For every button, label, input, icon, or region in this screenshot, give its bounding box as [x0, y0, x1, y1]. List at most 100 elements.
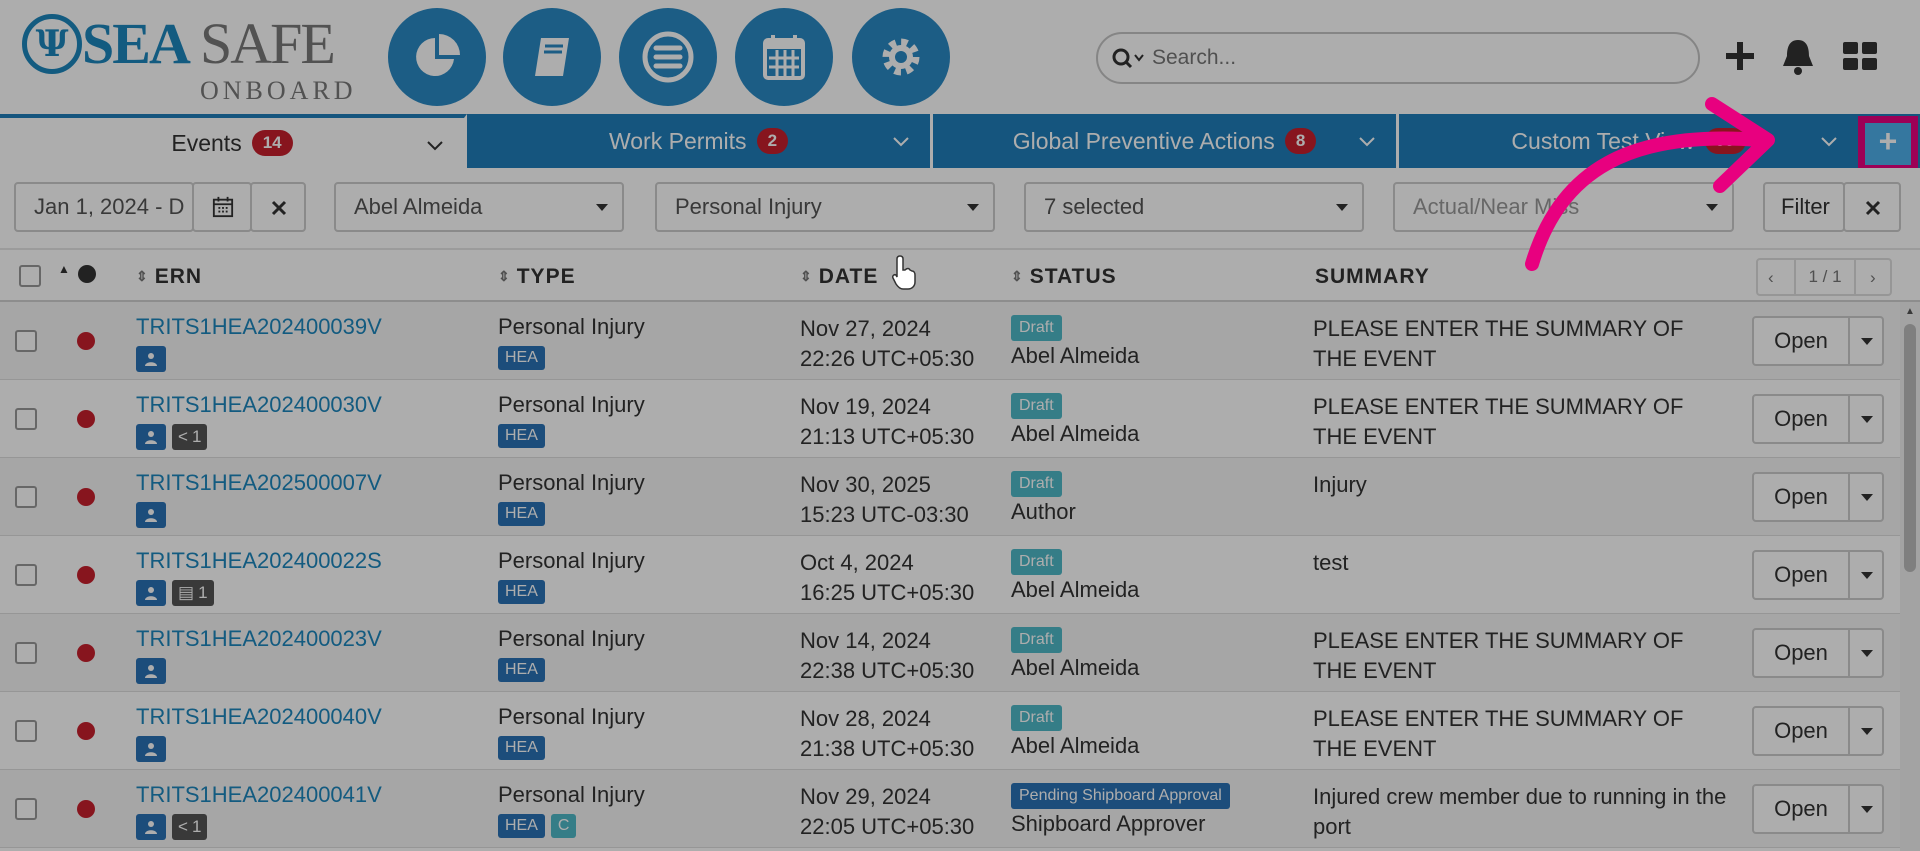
- tab-global-preventive-actions[interactable]: Global Preventive Actions 8: [933, 114, 1399, 168]
- open-button[interactable]: Open: [1754, 708, 1848, 754]
- tab-work-permits[interactable]: Work Permits 2: [467, 114, 933, 168]
- date-value: Nov 29, 2024: [800, 784, 931, 809]
- search-icon[interactable]: [1112, 47, 1148, 71]
- row-checkbox[interactable]: [15, 564, 37, 586]
- ern-link[interactable]: TRITS1HEA202400023V: [136, 626, 382, 652]
- row-checkbox[interactable]: [15, 408, 37, 430]
- status-dot-sort[interactable]: ▲: [58, 262, 96, 287]
- bell-icon[interactable]: [1778, 36, 1818, 76]
- table-row[interactable]: TRITS1HEA202400039V Personal Injury HEA Nov…: [0, 302, 1900, 380]
- next-page-button[interactable]: ›: [1870, 268, 1876, 288]
- row-badges: [136, 346, 166, 372]
- actual-near-miss-placeholder: Actual/Near Miss: [1413, 194, 1580, 219]
- grid-apps-icon[interactable]: [1840, 36, 1880, 76]
- calendar-button[interactable]: [735, 8, 833, 106]
- row-checkbox[interactable]: [15, 330, 37, 352]
- column-type[interactable]: ⇕ TYPE: [498, 265, 576, 289]
- table-row[interactable]: TRITS1HEA202400041V <1 Personal Injury HEA C…: [0, 770, 1900, 848]
- ern-link[interactable]: TRITS1HEA202500007V: [136, 470, 382, 496]
- filter-button[interactable]: Filter: [1763, 182, 1845, 232]
- open-dropdown-toggle[interactable]: [1848, 786, 1882, 832]
- status-multiselect[interactable]: 7 selected: [1024, 182, 1364, 232]
- user-icon: [136, 580, 166, 606]
- search-input[interactable]: [1152, 42, 1672, 74]
- dashboard-button[interactable]: [388, 8, 486, 106]
- table-row[interactable]: TRITS1HEA202400040V Personal Injury HEA Nov…: [0, 692, 1900, 770]
- open-dropdown-toggle[interactable]: [1848, 396, 1882, 442]
- category-tag: HEA: [498, 424, 545, 448]
- prev-page-button[interactable]: ‹: [1768, 268, 1774, 288]
- actual-near-miss-select[interactable]: Actual/Near Miss: [1393, 182, 1734, 232]
- status-badge: Draft: [1011, 471, 1062, 497]
- column-status[interactable]: ⇕ STATUS: [1011, 265, 1117, 289]
- event-date: Nov 28, 2024 21:38 UTC+05:30: [800, 704, 974, 764]
- logo-text-onboard: ONBOARD: [200, 76, 357, 105]
- select-all-checkbox[interactable]: [19, 265, 41, 287]
- add-view-button[interactable]: +: [1858, 116, 1918, 172]
- clear-filters-button[interactable]: [1843, 182, 1901, 232]
- chevron-down-icon[interactable]: [1820, 132, 1838, 150]
- row-badges: [136, 502, 166, 528]
- open-split-button[interactable]: Open: [1752, 550, 1884, 600]
- chevron-down-icon[interactable]: [1358, 132, 1376, 150]
- scroll-up-arrow-icon[interactable]: ▲: [1905, 306, 1915, 317]
- column-date[interactable]: ⇕ DATE: [800, 265, 878, 289]
- person-select[interactable]: Abel Almeida: [334, 182, 624, 232]
- table-row[interactable]: TRITS1HEA202400030V <1 Personal Injury HEA N…: [0, 380, 1900, 458]
- ern-link[interactable]: TRITS1HEA202400041V: [136, 782, 382, 808]
- plus-icon[interactable]: [1720, 36, 1760, 76]
- event-date: Nov 19, 2024 21:13 UTC+05:30: [800, 392, 974, 452]
- table-row[interactable]: TRITS1HEA202400022S ▤ 1 Personal Injury HEA O…: [0, 536, 1900, 614]
- menu-icon: [642, 31, 694, 83]
- table-row[interactable]: TRITS1HEA202400023V Personal Injury HEA Nov…: [0, 614, 1900, 692]
- logo-text-safe: SAFE: [200, 11, 336, 76]
- search-box[interactable]: [1096, 32, 1700, 84]
- table-header: ▲ ⇕ ERN ⇕ TYPE ⇕ DATE ⇕ STATUS SUMMARY ‹ 1 /…: [0, 248, 1920, 302]
- ern-link[interactable]: TRITS1HEA202400040V: [136, 704, 382, 730]
- open-button[interactable]: Open: [1754, 630, 1848, 676]
- row-checkbox[interactable]: [15, 720, 37, 742]
- open-dropdown-toggle[interactable]: [1848, 708, 1882, 754]
- chevron-down-icon[interactable]: [892, 132, 910, 150]
- open-split-button[interactable]: Open: [1752, 316, 1884, 366]
- open-button[interactable]: Open: [1754, 318, 1848, 364]
- event-type: Personal Injury: [498, 626, 645, 651]
- row-checkbox[interactable]: [15, 486, 37, 508]
- calendar-picker-button[interactable]: [192, 182, 252, 232]
- seasafe-logo[interactable]: Ψ SEA SAFE ONBOARD: [22, 11, 353, 105]
- column-ern[interactable]: ⇕ ERN: [136, 265, 202, 289]
- open-dropdown-toggle[interactable]: [1848, 474, 1882, 520]
- scrollbar-thumb[interactable]: [1904, 324, 1916, 572]
- ern-link[interactable]: TRITS1HEA202400022S: [136, 548, 382, 574]
- open-button[interactable]: Open: [1754, 396, 1848, 442]
- open-dropdown-toggle[interactable]: [1848, 318, 1882, 364]
- table-row[interactable]: TRITS1HEA202500007V Personal Injury HEA Nov…: [0, 458, 1900, 536]
- ern-link[interactable]: TRITS1HEA202400030V: [136, 392, 382, 418]
- open-split-button[interactable]: Open: [1752, 472, 1884, 522]
- close-icon: [271, 200, 287, 216]
- open-split-button[interactable]: Open: [1752, 784, 1884, 834]
- ern-link[interactable]: TRITS1HEA202400039V: [136, 314, 382, 340]
- open-button[interactable]: Open: [1754, 474, 1848, 520]
- menu-button[interactable]: [619, 8, 717, 106]
- tab-events[interactable]: Events 14: [0, 114, 467, 168]
- open-button[interactable]: Open: [1754, 552, 1848, 598]
- status-owner: Abel Almeida: [1011, 343, 1140, 368]
- close-icon: [1865, 200, 1881, 216]
- clear-date-button[interactable]: [250, 182, 306, 232]
- open-split-button[interactable]: Open: [1752, 706, 1884, 756]
- vertical-scrollbar[interactable]: ▲: [1900, 302, 1920, 851]
- tab-custom-test-view[interactable]: Custom Test View 99: [1399, 114, 1858, 168]
- open-button[interactable]: Open: [1754, 786, 1848, 832]
- row-checkbox[interactable]: [15, 798, 37, 820]
- date-range-input[interactable]: Jan 1, 2024 - D: [14, 182, 194, 232]
- open-dropdown-toggle[interactable]: [1848, 552, 1882, 598]
- row-checkbox[interactable]: [15, 642, 37, 664]
- open-split-button[interactable]: Open: [1752, 394, 1884, 444]
- open-dropdown-toggle[interactable]: [1848, 630, 1882, 676]
- chevron-down-icon[interactable]: [426, 136, 444, 154]
- settings-button[interactable]: [852, 8, 950, 106]
- logbook-button[interactable]: [503, 8, 601, 106]
- event-type-select[interactable]: Personal Injury: [655, 182, 995, 232]
- open-split-button[interactable]: Open: [1752, 628, 1884, 678]
